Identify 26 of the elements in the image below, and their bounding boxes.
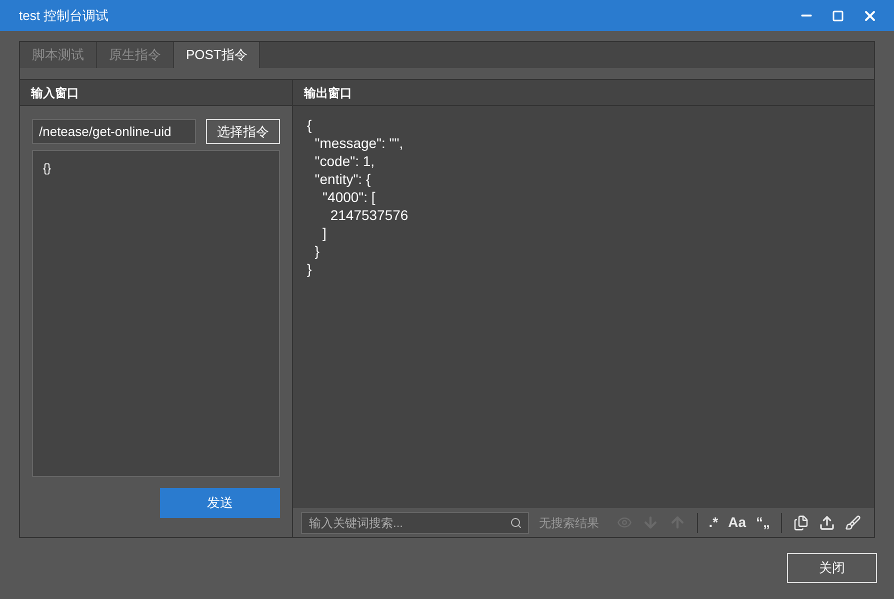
tab[interactable]: POST指令 xyxy=(174,42,260,68)
toolbar-toggle-button[interactable]: Aa xyxy=(725,510,749,534)
window-title: test 控制台调试 xyxy=(19,6,110,25)
editor-text: {} xyxy=(43,161,52,175)
output-line: "code": 1, xyxy=(314,152,375,170)
search-result-text: 无搜索结果 xyxy=(539,514,599,532)
path-field[interactable]: /netease/get-online-uid xyxy=(32,119,196,144)
output-line: } xyxy=(307,260,312,278)
select-command-button[interactable]: 选择指令 xyxy=(206,119,280,144)
output-line: 2147537576 xyxy=(329,206,408,224)
output-line: "message": "", xyxy=(314,134,404,152)
send-button[interactable]: 发送 xyxy=(160,488,280,518)
toolbar-toggle-button[interactable]: “„ xyxy=(753,510,773,534)
maximize-icon[interactable] xyxy=(832,10,844,22)
panel-title: 输出窗口 xyxy=(304,84,352,102)
panel-title: 输入窗口 xyxy=(31,84,79,102)
search-field[interactable]: 输入关键词搜索... xyxy=(301,512,529,534)
search-icon[interactable] xyxy=(510,516,522,528)
output-line: { xyxy=(307,116,312,134)
toolbar-toggle-button[interactable]: .* xyxy=(706,510,722,534)
input-editor[interactable]: {} xyxy=(32,150,280,477)
output-line: "4000": [ xyxy=(322,188,376,206)
output-line: } xyxy=(314,242,320,260)
output-line: "entity": { xyxy=(314,170,371,188)
close-button[interactable]: 关闭 xyxy=(787,553,877,583)
output-line: ] xyxy=(322,224,326,242)
